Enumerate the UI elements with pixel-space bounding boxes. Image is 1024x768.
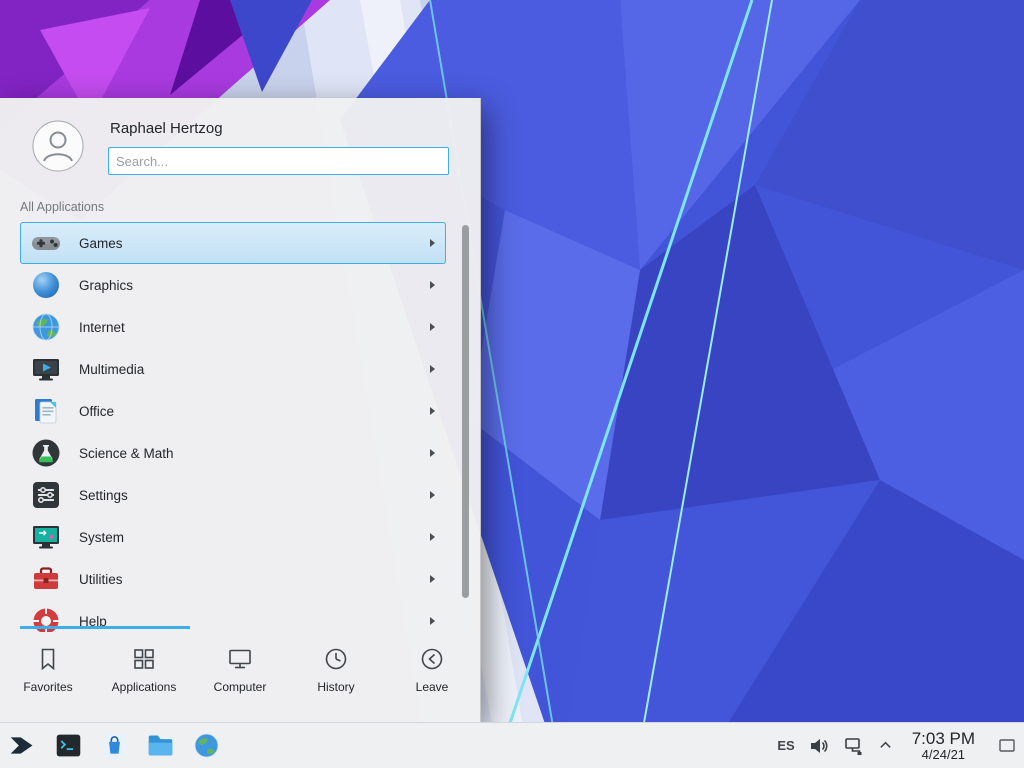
category-label: Multimedia: [79, 362, 430, 377]
tab-computer[interactable]: Computer: [192, 645, 288, 722]
terminal-icon[interactable]: [54, 731, 83, 760]
tab-favorites[interactable]: Favorites: [0, 645, 96, 722]
category-office[interactable]: Office: [20, 390, 446, 432]
tray-expander-icon[interactable]: [878, 738, 893, 753]
category-settings[interactable]: Settings: [20, 474, 446, 516]
category-internet[interactable]: Internet: [20, 306, 446, 348]
bookmark-icon: [34, 645, 62, 673]
keyboard-layout-indicator[interactable]: ES: [777, 738, 794, 753]
digital-clock[interactable]: 7:03 PM 4/24/21: [912, 729, 975, 763]
clock-icon: [322, 645, 350, 673]
toolbox-icon: [30, 563, 62, 595]
user-name: Raphael Hertzog: [110, 120, 223, 137]
active-tab-indicator: [20, 626, 190, 629]
chevron-right-icon: [430, 239, 435, 247]
browser-globe-icon[interactable]: [192, 731, 221, 760]
tab-label: Leave: [416, 680, 449, 694]
tab-label: Applications: [112, 680, 177, 694]
chevron-right-icon: [430, 575, 435, 583]
tab-label: Favorites: [23, 680, 72, 694]
category-label: Science & Math: [79, 446, 430, 461]
system-monitor-icon: [30, 521, 62, 553]
category-list: Games Graphics Internet: [20, 222, 446, 632]
globe-icon: [30, 311, 62, 343]
software-center-icon[interactable]: [100, 731, 129, 760]
computer-icon: [226, 645, 254, 673]
application-launcher-menu: Raphael Hertzog All Applications Games G…: [0, 98, 481, 722]
network-icon[interactable]: [843, 735, 865, 757]
user-avatar-icon[interactable]: [32, 120, 84, 172]
monitor-play-icon: [30, 353, 62, 385]
category-utilities[interactable]: Utilities: [20, 558, 446, 600]
chevron-right-icon: [430, 281, 435, 289]
desktop: Raphael Hertzog All Applications Games G…: [0, 0, 1024, 768]
category-label: Utilities: [79, 572, 430, 587]
volume-icon[interactable]: [808, 735, 830, 757]
category-label: Graphics: [79, 278, 430, 293]
chevron-right-icon: [430, 491, 435, 499]
show-desktop-button[interactable]: [994, 726, 1020, 766]
category-label: Internet: [79, 320, 430, 335]
category-games[interactable]: Games: [20, 222, 446, 264]
category-science-math[interactable]: Science & Math: [20, 432, 446, 474]
sliders-icon: [30, 479, 62, 511]
file-manager-icon[interactable]: [146, 731, 175, 760]
flask-icon: [30, 437, 62, 469]
taskbar: ES 7:03 PM 4/24/21: [0, 722, 1024, 768]
clock-date: 4/24/21: [912, 748, 975, 763]
tab-label: History: [317, 680, 354, 694]
category-multimedia[interactable]: Multimedia: [20, 348, 446, 390]
section-label: All Applications: [20, 200, 104, 214]
tab-history[interactable]: History: [288, 645, 384, 722]
launcher-tab-bar: Favorites Applications Computer History: [0, 632, 480, 722]
tab-leave[interactable]: Leave: [384, 645, 480, 722]
clock-time: 7:03 PM: [912, 729, 975, 748]
chevron-right-icon: [430, 449, 435, 457]
grid-icon: [130, 645, 158, 673]
gamepad-icon: [30, 227, 62, 259]
chevron-right-icon: [430, 365, 435, 373]
app-launcher-button[interactable]: [8, 731, 37, 760]
scrollbar[interactable]: [462, 225, 469, 598]
chevron-right-icon: [430, 323, 435, 331]
category-label: Office: [79, 404, 430, 419]
tab-applications[interactable]: Applications: [96, 645, 192, 722]
category-label: Settings: [79, 488, 430, 503]
chevron-right-icon: [430, 407, 435, 415]
chevron-right-icon: [430, 617, 435, 625]
search-input[interactable]: [108, 147, 449, 175]
taskbar-launchers: [6, 731, 221, 760]
category-system[interactable]: System: [20, 516, 446, 558]
leave-icon: [418, 645, 446, 673]
system-tray: ES 7:03 PM 4/24/21: [777, 726, 1020, 766]
chevron-right-icon: [430, 533, 435, 541]
document-icon: [30, 395, 62, 427]
category-label: System: [79, 530, 430, 545]
category-graphics[interactable]: Graphics: [20, 264, 446, 306]
category-label: Games: [79, 236, 430, 251]
tab-label: Computer: [214, 680, 267, 694]
graphics-sphere-icon: [30, 269, 62, 301]
